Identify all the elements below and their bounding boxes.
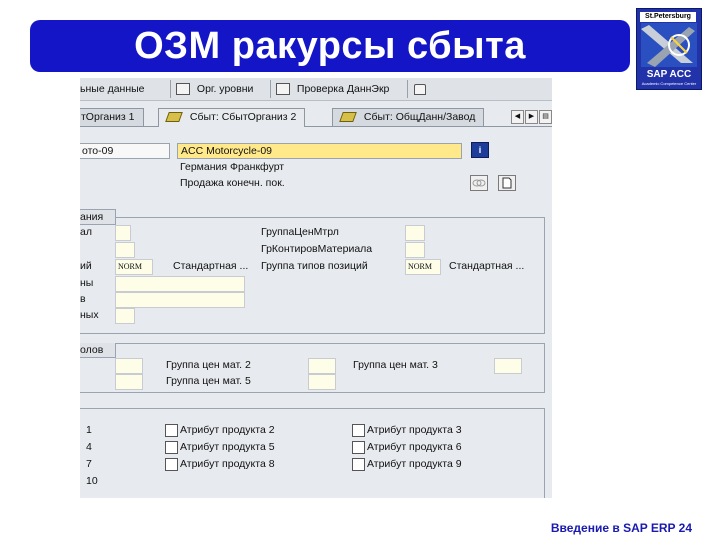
label-price-group-2: Группа цен мат. 2	[166, 359, 251, 371]
label-row3-left: ий	[80, 260, 92, 272]
toolbar-button-org-levels[interactable]: Орг. уровни	[176, 81, 253, 97]
slide-footer: Введение в SAP ERP 24	[550, 521, 692, 535]
sales-org-text: Германия Франкфурт	[180, 161, 285, 173]
check-data-icon	[276, 83, 290, 96]
material-number-field[interactable]: ото-09	[80, 143, 170, 159]
label-attribute-3: Атрибут продукта 3	[367, 424, 462, 436]
field-price-group-2[interactable]	[308, 358, 336, 374]
toolbar-button-data[interactable]: ьные данные	[80, 81, 145, 97]
info-button[interactable]: i	[471, 142, 489, 158]
field-price-group-4[interactable]	[115, 374, 143, 390]
field-item-category-group-gen[interactable]: NORM	[115, 259, 153, 275]
tab-sales-org-2-label: Сбыт: СбытОрганиз 2	[189, 111, 297, 123]
tab-sales-general-plant-label: Сбыт: ОбщДанн/Завод	[363, 111, 476, 123]
logo-swoosh-icon	[641, 23, 697, 67]
checkbox-attribute-9[interactable]	[352, 458, 365, 471]
lock-icon	[414, 83, 426, 95]
label-price-group-5: Группа цен мат. 5	[166, 375, 251, 387]
logo-city: St.Petersburg	[640, 12, 696, 22]
tab-sales-org-1[interactable]: тОрганиз 1	[80, 108, 144, 126]
label-row5-left: в	[80, 293, 86, 305]
label-price-group-3: Группа цен мат. 3	[353, 359, 438, 371]
slide-title: ОЗМ ракурсы сбыта	[134, 24, 526, 67]
label-item-category-group: Группа типов позиций	[261, 260, 368, 272]
group-material-price-groups-title: олов	[80, 343, 117, 358]
checkbox-attribute-8[interactable]	[165, 458, 178, 471]
checkbox-attribute-2[interactable]	[165, 424, 178, 437]
tab-sales-org-1-label: тОрганиз 1	[81, 111, 135, 123]
toolbar-separator	[270, 80, 271, 98]
app-toolbar: ьные данные Орг. уровни Проверка ДаннЭкр	[80, 78, 552, 101]
title-bar: ОЗМ ракурсы сбыта	[30, 20, 630, 72]
toolbar-button-check-data[interactable]: Проверка ДаннЭкр	[276, 81, 389, 97]
tab-sales-org-2[interactable]: Сбыт: СбытОрганиз 2	[158, 108, 306, 127]
tab-scroll-right-button[interactable]: ▶	[525, 110, 538, 124]
logo-brand: SAP ACC	[646, 69, 692, 80]
toolbar-button-org-levels-label: Орг. уровни	[196, 83, 254, 95]
label-material-price-group: ГруппаЦенМтрл	[261, 226, 339, 238]
text-item-category-gen: Стандартная ...	[173, 260, 249, 272]
toolbar-separator	[407, 80, 408, 98]
field-item-category-group-value: NORM	[408, 262, 433, 271]
document-icon	[502, 177, 512, 189]
checkbox-attribute-3[interactable]	[352, 424, 365, 437]
tab-list-button[interactable]: ▤	[539, 110, 552, 124]
label-attribute-8: Атрибут продукта 8	[180, 458, 275, 470]
field-row2-left[interactable]	[115, 242, 135, 258]
label-row4-left: ны	[80, 277, 94, 289]
group-sales-groupings-title: ания	[80, 209, 117, 225]
label-attribute-9: Атрибут продукта 9	[367, 458, 462, 470]
label-row1-left: ал	[80, 226, 92, 238]
sap-acc-logo: St.Petersburg SAP ACC Academic Competenc…	[636, 8, 702, 90]
field-account-assignment-group[interactable]	[405, 242, 425, 258]
field-item-category-group[interactable]: NORM	[405, 259, 441, 275]
org-levels-small-button[interactable]	[470, 175, 488, 191]
label-attribute-6: Атрибут продукта 6	[367, 441, 462, 453]
field-row6-left[interactable]	[115, 308, 135, 324]
toolbar-button-check-data-label: Проверка ДаннЭкр	[296, 83, 390, 95]
field-price-group-1[interactable]	[115, 358, 143, 374]
distribution-channel-text: Продажа конечн. пок.	[180, 177, 285, 189]
material-description-field[interactable]: ACC Motorcycle-09	[177, 143, 462, 159]
toolbar-button-data-label: ьные данные	[80, 83, 145, 95]
checkbox-attribute-6[interactable]	[352, 441, 365, 454]
tab-sales-icon	[165, 112, 183, 123]
label-attribute-4: 4	[86, 441, 92, 453]
field-row1-left[interactable]	[115, 225, 131, 241]
label-attribute-5: Атрибут продукта 5	[180, 441, 275, 453]
field-row4-left[interactable]	[115, 276, 245, 292]
tab-scroll-left-button[interactable]: ◀	[511, 110, 524, 124]
label-attribute-1: 1	[86, 424, 92, 436]
label-row6-left: ных	[80, 309, 99, 321]
material-number-value: ото-09	[82, 145, 114, 157]
label-attribute-10: 10	[86, 475, 98, 487]
lock-button[interactable]	[414, 81, 430, 97]
text-item-category: Стандартная ...	[449, 260, 525, 272]
group-product-attributes	[80, 408, 545, 498]
field-item-category-group-gen-value: NORM	[118, 262, 143, 271]
label-attribute-7: 7	[86, 458, 92, 470]
sap-material-screen: ьные данные Орг. уровни Проверка ДаннЭкр…	[80, 78, 552, 498]
tab-strip: тОрганиз 1 Сбыт: СбытОрганиз 2 Сбыт: Общ…	[80, 106, 552, 127]
field-material-price-group[interactable]	[405, 225, 425, 241]
field-row5-left[interactable]	[115, 292, 245, 308]
field-price-group-5[interactable]	[308, 374, 336, 390]
label-attribute-2: Атрибут продукта 2	[180, 424, 275, 436]
org-levels-icon	[176, 83, 190, 96]
toolbar-separator	[170, 80, 171, 98]
tab-sales-general-plant[interactable]: Сбыт: ОбщДанн/Завод	[332, 108, 485, 126]
material-description-value: ACC Motorcycle-09	[181, 145, 273, 157]
label-account-assignment-group: ГрКонтировМатериала	[261, 243, 373, 255]
tab-sales-icon	[339, 112, 357, 123]
field-price-group-3[interactable]	[494, 358, 522, 374]
info-icon: i	[478, 145, 482, 155]
document-button[interactable]	[498, 175, 516, 191]
logo-subtitle: Academic Competence Center	[641, 81, 697, 86]
link-icon	[472, 179, 486, 187]
checkbox-attribute-5[interactable]	[165, 441, 178, 454]
